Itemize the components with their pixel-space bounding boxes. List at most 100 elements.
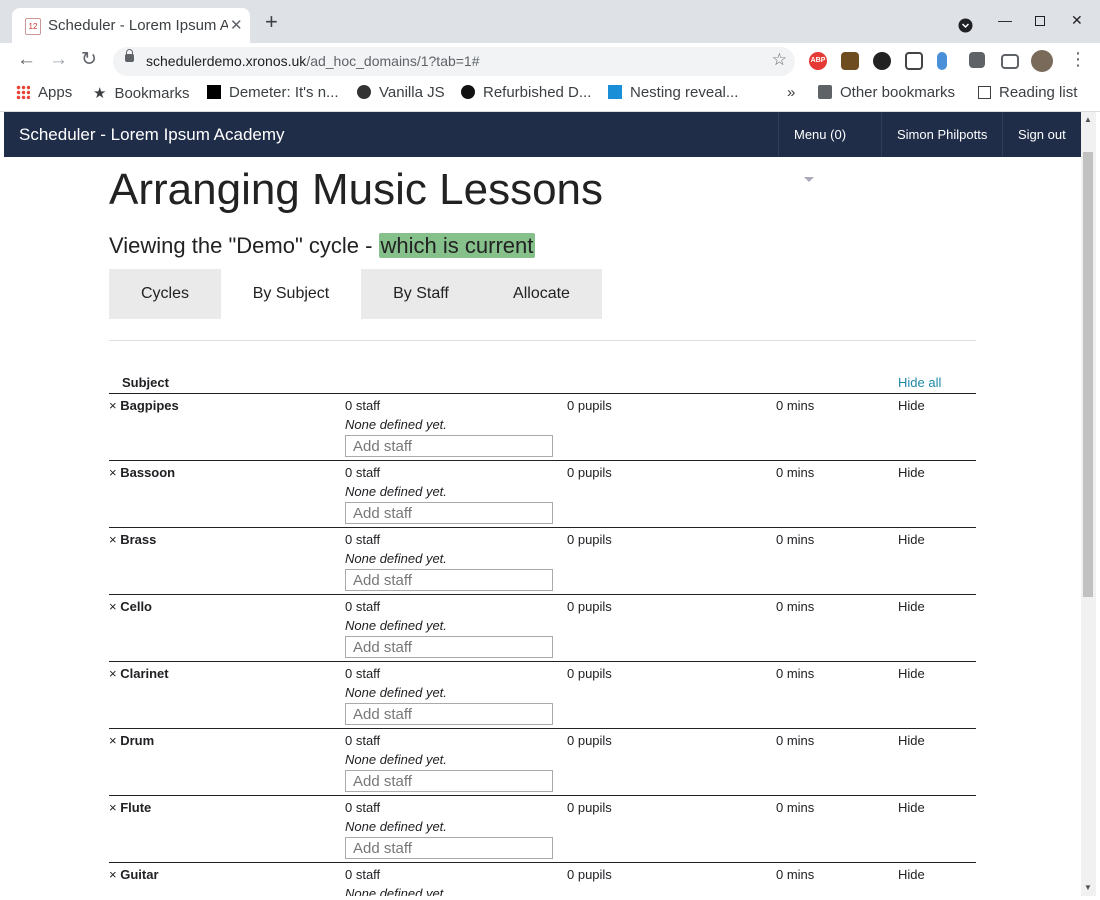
remove-subject-icon[interactable]: × [109, 599, 117, 614]
subject-cell: × Drum [109, 729, 345, 796]
page-scrollbar[interactable]: ▲ ▼ [1081, 112, 1096, 896]
subject-cell: × Bagpipes [109, 394, 345, 461]
profile-avatar[interactable] [1031, 50, 1053, 72]
bookmark-bookmarks[interactable]: ★ Bookmarks [93, 84, 189, 102]
hide-row-link[interactable]: Hide [898, 867, 925, 882]
new-tab-plus-icon[interactable]: + [265, 11, 278, 33]
remove-subject-icon[interactable]: × [109, 398, 117, 413]
add-staff-input[interactable] [345, 770, 553, 792]
table-row: × Bassoon0 staffNone defined yet.0 pupil… [109, 461, 976, 528]
user-name-link[interactable]: Simon Philpotts [881, 112, 1002, 157]
tab-close-icon[interactable]: ✕ [230, 16, 243, 34]
subject-cell: × Bassoon [109, 461, 345, 528]
add-staff-input[interactable] [345, 636, 553, 658]
add-staff-input[interactable] [345, 703, 553, 725]
page-viewport: Scheduler - Lorem Ipsum Academy Menu (0)… [4, 112, 1081, 896]
app-brand[interactable]: Scheduler - Lorem Ipsum Academy [19, 125, 285, 145]
hide-row-link[interactable]: Hide [898, 599, 925, 614]
pupils-count: 0 pupils [567, 800, 612, 815]
address-bar[interactable]: schedulerdemo.xronos.uk/ad_hoc_domains/1… [113, 47, 795, 76]
adblock-extension-icon[interactable]: ABP [809, 52, 827, 70]
scrollbar-thumb[interactable] [1083, 152, 1093, 597]
reload-icon[interactable]: ↻ [81, 50, 97, 70]
add-staff-input[interactable] [345, 435, 553, 457]
remove-subject-icon[interactable]: × [109, 867, 117, 882]
hide-row-link[interactable]: Hide [898, 398, 925, 413]
menu-dropdown[interactable]: Menu (0) [778, 112, 881, 182]
reading-list[interactable]: Reading list [978, 84, 1077, 101]
hide-row-link[interactable]: Hide [898, 666, 925, 681]
tab-allocate[interactable]: Allocate [481, 269, 602, 319]
bookmarks-overflow-icon[interactable]: » [787, 84, 795, 101]
none-defined-text: None defined yet. [345, 886, 447, 896]
subtitle-prefix: Viewing the "Demo" cycle - [109, 233, 379, 258]
pen-extension-icon[interactable] [937, 52, 947, 70]
tab-search-icon[interactable] [958, 18, 973, 33]
remove-subject-icon[interactable]: × [109, 800, 117, 815]
extension-house-icon[interactable] [841, 52, 859, 70]
staff-count: 0 staff [345, 800, 381, 815]
hide-all-link[interactable]: Hide all [898, 375, 941, 390]
table-row: × Bagpipes0 staffNone defined yet.0 pupi… [109, 394, 976, 461]
subjects-table: Subject Hide all × Bagpipes 0 staff None d… [109, 374, 976, 896]
remove-subject-icon[interactable]: × [109, 532, 117, 547]
screenshot-extension-icon[interactable] [905, 52, 923, 70]
cast-icon[interactable] [1001, 54, 1019, 69]
staff-cell: 0 staff None defined yet. [345, 461, 567, 528]
hide-row-link[interactable]: Hide [898, 465, 925, 480]
none-defined-text: None defined yet. [345, 685, 447, 700]
staff-count: 0 staff [345, 532, 381, 547]
other-bookmarks[interactable]: Other bookmarks [818, 84, 955, 101]
subject-name: Clarinet [120, 666, 169, 681]
bookmark-nesting[interactable]: Nesting reveal... [608, 84, 738, 101]
globe-icon [357, 85, 371, 99]
hide-row-link[interactable]: Hide [898, 733, 925, 748]
back-arrow-icon[interactable]: ← [17, 50, 36, 70]
maximize-icon[interactable] [1035, 13, 1045, 29]
add-staff-input[interactable] [345, 569, 553, 591]
mins-count: 0 mins [776, 398, 815, 413]
tab-by-staff[interactable]: By Staff [361, 269, 481, 319]
mins-count: 0 mins [776, 599, 815, 614]
sign-out-link[interactable]: Sign out [1002, 112, 1081, 157]
staff-count: 0 staff [345, 465, 381, 480]
f-logo-icon [608, 85, 622, 99]
remove-subject-icon[interactable]: × [109, 733, 117, 748]
bookmark-vanilla-js[interactable]: Vanilla JS [357, 84, 445, 101]
extension-paw-icon[interactable] [873, 52, 891, 70]
add-staff-input[interactable] [345, 502, 553, 524]
bookmark-refurbished[interactable]: Refurbished D... [461, 84, 591, 101]
folder-icon [818, 85, 832, 99]
info-circle-icon [461, 85, 475, 99]
bookmark-star-icon[interactable]: ☆ [772, 50, 787, 70]
pupils-count: 0 pupils [567, 532, 612, 547]
bookmark-apps[interactable]: Apps [16, 84, 72, 101]
add-staff-input[interactable] [345, 837, 553, 859]
staff-count: 0 staff [345, 666, 381, 681]
close-window-icon[interactable]: ✕ [1071, 12, 1083, 29]
table-row: × Flute0 staffNone defined yet.0 pupils0… [109, 796, 976, 863]
extensions-puzzle-icon[interactable] [969, 52, 985, 68]
minimize-icon[interactable]: — [998, 12, 1012, 28]
bookmark-demeter[interactable]: Demeter: It's n... [207, 84, 339, 101]
browser-tab[interactable]: 12 Scheduler - Lorem Ipsum Academy ✕ [12, 8, 250, 43]
subject-name: Bagpipes [120, 398, 179, 413]
browser-menu-icon[interactable]: ⋮ [1069, 49, 1087, 69]
forward-arrow-icon[interactable]: → [49, 50, 68, 70]
scroll-up-arrow-icon[interactable]: ▲ [1084, 115, 1092, 124]
hide-row-link[interactable]: Hide [898, 532, 925, 547]
subject-name: Bassoon [120, 465, 176, 480]
none-defined-text: None defined yet. [345, 752, 447, 767]
subject-name: Cello [120, 599, 153, 614]
tab-cycles[interactable]: Cycles [109, 269, 221, 319]
scroll-down-arrow-icon[interactable]: ▼ [1084, 883, 1092, 892]
caret-down-icon [804, 177, 814, 182]
tab-by-subject[interactable]: By Subject [221, 269, 361, 319]
table-header-row: Subject Hide all [109, 374, 976, 394]
remove-subject-icon[interactable]: × [109, 465, 117, 480]
remove-subject-icon[interactable]: × [109, 666, 117, 681]
table-row: × Brass0 staffNone defined yet.0 pupils0… [109, 528, 976, 595]
url-text: schedulerdemo.xronos.uk/ad_hoc_domains/1… [146, 53, 480, 69]
table-row: × Drum0 staffNone defined yet.0 pupils0 … [109, 729, 976, 796]
hide-row-link[interactable]: Hide [898, 800, 925, 815]
